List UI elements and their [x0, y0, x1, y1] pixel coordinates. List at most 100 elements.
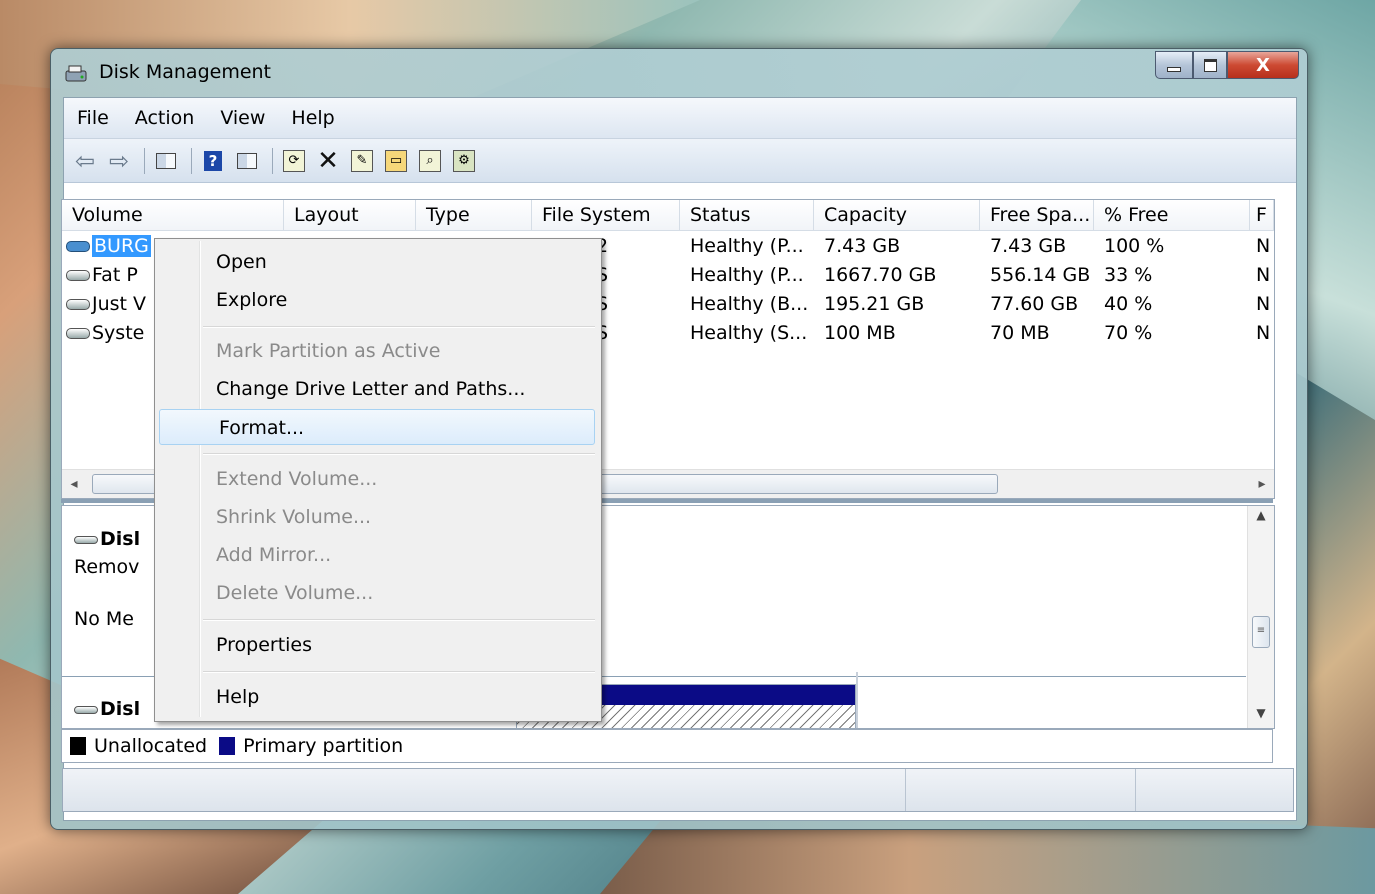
title-bar[interactable]: Disk Management X	[51, 49, 1307, 97]
open-button[interactable]: ▭	[381, 146, 411, 176]
unallocated-swatch	[70, 737, 86, 755]
menu-bar: File Action View Help	[64, 98, 1296, 139]
cell-percent-free: 100 %	[1104, 235, 1165, 257]
cell-percent-free: 33 %	[1104, 264, 1153, 286]
column-type[interactable]: Type	[416, 200, 532, 230]
cell-capacity: 100 MB	[824, 322, 896, 344]
open-icon: ▭	[385, 149, 407, 172]
cell-free-space: 7.43 GB	[990, 235, 1067, 257]
help-icon: ?	[204, 150, 222, 171]
refresh-button[interactable]: ⟳	[279, 146, 309, 176]
column-status[interactable]: Status	[680, 200, 814, 230]
column-volume[interactable]: Volume	[62, 200, 284, 230]
console-tree-icon	[156, 152, 176, 169]
cell-capacity: 1667.70 GB	[824, 264, 937, 286]
close-button[interactable]: X	[1227, 51, 1299, 79]
menu-separator	[203, 453, 595, 455]
refresh-icon: ⟳	[283, 149, 305, 172]
menu-item-delete-volume: Delete Volume...	[216, 582, 374, 604]
menu-help[interactable]: Help	[278, 107, 347, 129]
cell-status: Healthy (P...	[690, 264, 804, 286]
menu-item-shrink-volume: Shrink Volume...	[216, 506, 372, 528]
column-free-space[interactable]: Free Spa...	[980, 200, 1094, 230]
settings-icon: ⚙	[453, 149, 475, 172]
column-capacity[interactable]: Capacity	[814, 200, 980, 230]
menu-item-mark-partition-active: Mark Partition as Active	[216, 340, 441, 362]
column-header-row: Volume Layout Type File System Status Ca…	[62, 200, 1274, 231]
scroll-left-icon[interactable]: ◂	[62, 470, 86, 498]
cell-fault-tolerance: N	[1256, 264, 1271, 286]
disk-management-icon	[65, 65, 87, 82]
disk-label: Disl	[74, 528, 140, 550]
toolbar-separator	[144, 147, 145, 174]
explore-button[interactable]: ⌕	[415, 146, 445, 176]
minimize-button[interactable]	[1155, 51, 1193, 79]
menu-view[interactable]: View	[207, 107, 278, 129]
cell-percent-free: 40 %	[1104, 293, 1153, 315]
close-icon: X	[1256, 54, 1270, 76]
column-fault-tolerance[interactable]: F	[1250, 200, 1274, 230]
menu-separator	[203, 326, 595, 328]
scroll-down-icon[interactable]: ▼	[1248, 706, 1274, 720]
vertical-scrollbar[interactable]: ▲ ≡ ▼	[1247, 506, 1274, 728]
show-console-tree-button[interactable]	[151, 146, 181, 176]
menu-file[interactable]: File	[64, 107, 122, 129]
menu-separator	[203, 671, 595, 673]
toolbar: ⇦ ⇨ ? ⟳ ✕ ✎ ▭ ⌕ ⚙	[64, 139, 1296, 183]
scroll-up-icon[interactable]: ▲	[1248, 508, 1274, 522]
back-arrow-icon: ⇦	[74, 146, 96, 175]
help-button[interactable]: ?	[198, 146, 228, 176]
cell-fault-tolerance: N	[1256, 322, 1271, 344]
context-menu: Open Explore Mark Partition as Active Ch…	[154, 238, 602, 722]
properties-button[interactable]: ✎	[347, 146, 377, 176]
menu-item-explore[interactable]: Explore	[157, 282, 597, 318]
menu-item-change-drive-letter[interactable]: Change Drive Letter and Paths...	[157, 371, 597, 407]
settings-button[interactable]: ⚙	[449, 146, 479, 176]
show-action-pane-button[interactable]	[232, 146, 262, 176]
toolbar-separator	[191, 147, 192, 174]
drive-icon	[66, 241, 90, 252]
disk-label: Disl	[74, 698, 140, 720]
cell-capacity: 195.21 GB	[824, 293, 925, 315]
disk-icon	[74, 705, 98, 714]
maximize-button[interactable]	[1193, 51, 1227, 79]
cell-status: Healthy (P...	[690, 235, 804, 257]
status-bar-pane	[905, 769, 906, 811]
window-title: Disk Management	[99, 61, 272, 83]
menu-item-help[interactable]: Help	[157, 679, 597, 715]
cell-fault-tolerance: N	[1256, 235, 1271, 257]
legend: Unallocated Primary partition	[61, 729, 1273, 763]
minimize-icon	[1167, 66, 1181, 72]
explore-icon: ⌕	[419, 149, 441, 172]
menu-item-open[interactable]: Open	[157, 244, 597, 280]
menu-item-add-mirror: Add Mirror...	[216, 544, 332, 566]
status-bar	[62, 768, 1294, 812]
cell-fault-tolerance: N	[1256, 293, 1271, 315]
drive-icon	[66, 299, 90, 310]
menu-item-extend-volume: Extend Volume...	[216, 468, 378, 490]
caption-buttons: X	[1155, 51, 1299, 81]
cell-status: Healthy (S...	[690, 322, 808, 344]
back-button[interactable]: ⇦	[70, 146, 100, 176]
column-percent-free[interactable]: % Free	[1094, 200, 1250, 230]
vertical-scroll-thumb[interactable]: ≡	[1252, 616, 1270, 648]
forward-button[interactable]: ⇨	[104, 146, 134, 176]
delete-icon: ✕	[317, 145, 339, 176]
scroll-right-icon[interactable]: ▸	[1250, 470, 1274, 498]
volume-name: BURG	[92, 235, 151, 257]
status-bar-pane	[1135, 769, 1136, 811]
legend-primary-partition: Primary partition	[243, 735, 404, 757]
forward-arrow-icon: ⇨	[108, 146, 130, 175]
legend-unallocated: Unallocated	[94, 735, 208, 757]
column-layout[interactable]: Layout	[284, 200, 416, 230]
cell-status: Healthy (B...	[690, 293, 809, 315]
column-file-system[interactable]: File System	[532, 200, 680, 230]
removable-disk-icon	[74, 535, 98, 544]
cell-free-space: 70 MB	[990, 322, 1050, 344]
menu-item-format[interactable]: Format...	[159, 409, 595, 445]
menu-action[interactable]: Action	[122, 107, 208, 129]
volume-name: Fat P	[92, 264, 138, 286]
action-pane-icon	[237, 152, 257, 169]
menu-item-properties[interactable]: Properties	[157, 627, 597, 663]
delete-button[interactable]: ✕	[313, 146, 343, 176]
